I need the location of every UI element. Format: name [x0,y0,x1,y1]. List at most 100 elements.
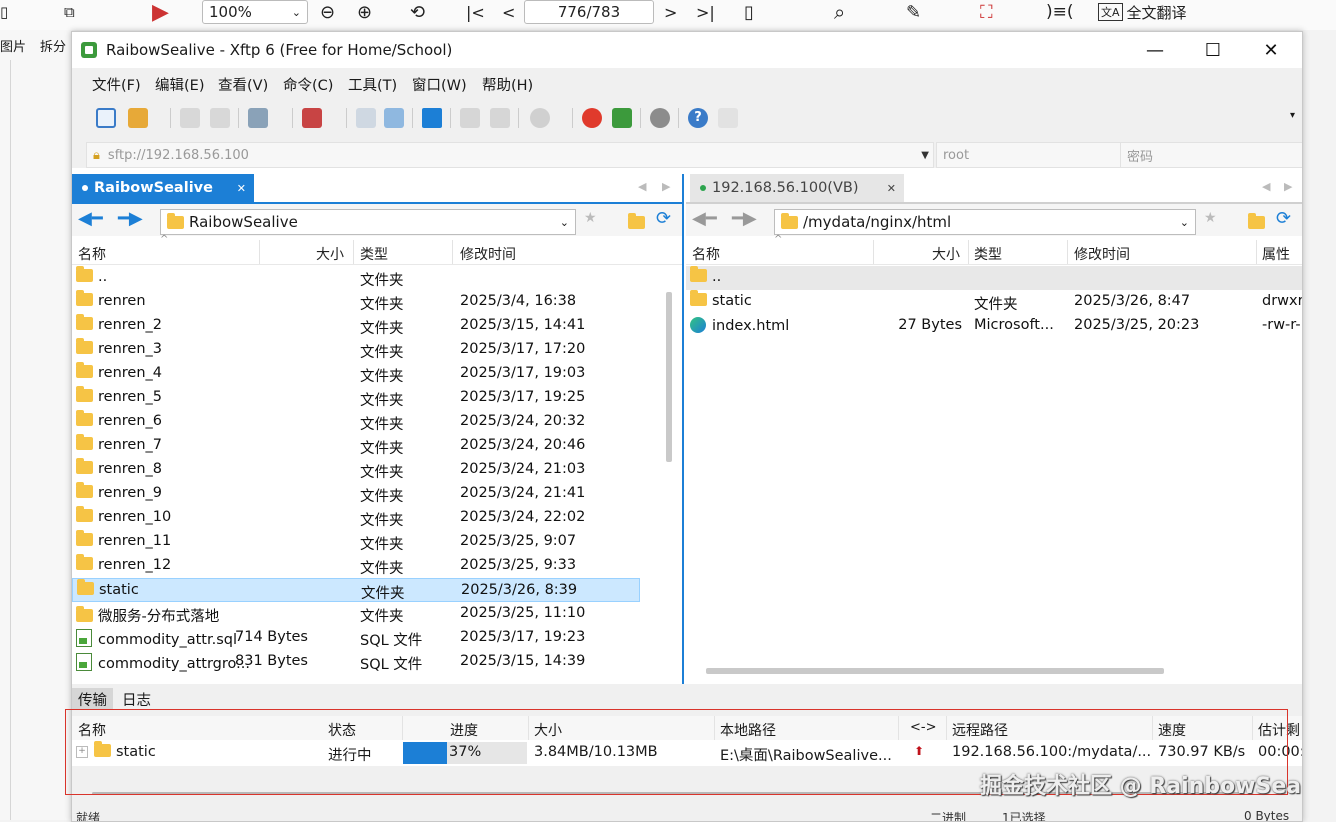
split-label[interactable]: 拆分 [40,36,66,55]
tab-remote[interactable]: 192.168.56.100(VB) ✕ [690,174,904,202]
menu-tools[interactable]: 工具(T) [348,74,397,95]
back-icon[interactable]: ◀━ [692,208,717,229]
table-row[interactable]: renren_5 文件夹 2025/3/17, 19:25 [72,386,640,410]
col-size[interactable]: 大小 [316,244,344,264]
toolbar-overflow-icon[interactable]: ▾ [1290,110,1295,121]
table-row[interactable]: renren_8 文件夹 2025/3/24, 21:03 [72,458,640,482]
maximize-button[interactable]: ☐ [1184,32,1242,68]
host-dropdown-icon[interactable]: ▼ [921,150,929,161]
table-row[interactable]: .. 文件夹 [72,266,640,290]
col-attributes[interactable]: 属性 [1262,244,1290,264]
xshell-icon[interactable] [582,108,602,128]
local-scrollbar[interactable] [666,292,672,462]
password-input[interactable]: 密码 [1120,142,1302,168]
xftp-icon[interactable] [612,108,632,128]
first-page-icon[interactable]: |< [466,0,485,24]
zoom-in-icon[interactable]: ⊕ [357,0,372,24]
forward-icon[interactable]: ━▶ [118,208,143,229]
table-row[interactable]: commodity_attr.sql 714 Bytes SQL 文件 2025/3/… [72,626,640,650]
table-row[interactable]: 微服务-分布式落地 文件夹 2025/3/25, 11:10 [72,602,640,626]
tab-prev-icon[interactable]: ◀ [638,180,646,193]
crop-icon[interactable]: ⛶ [980,0,993,24]
menu-view[interactable]: 查看(V) [218,74,268,95]
table-row[interactable]: index.html 27 Bytes Microsoft... 2025/3/25,… [686,314,1302,338]
tab-next-icon[interactable]: ▶ [662,180,670,193]
paste-file-icon[interactable] [384,108,404,128]
open-folder-icon[interactable] [128,108,148,128]
table-row[interactable]: renren_3 文件夹 2025/3/17, 17:20 [72,338,640,362]
tab-log[interactable]: 日志 [116,688,157,710]
parent-folder-icon[interactable] [628,213,645,229]
chat-icon[interactable] [718,108,738,128]
disconnect-icon[interactable] [210,108,230,128]
tab-close-icon[interactable]: ✕ [887,182,896,195]
col-modified[interactable]: 修改时间 [1074,244,1130,264]
table-row[interactable]: static 文件夹 2025/3/26, 8:39 [72,578,640,602]
tab-next-icon[interactable]: ▶ [1284,180,1292,193]
next-page-icon[interactable]: > [664,0,677,24]
col-type[interactable]: 类型 [360,244,388,264]
col-modified[interactable]: 修改时间 [460,244,516,264]
last-page-icon[interactable]: >| [696,0,715,24]
table-row[interactable]: renren_6 文件夹 2025/3/24, 20:32 [72,410,640,434]
edit-icon[interactable]: ✎ [906,0,921,24]
table-row[interactable]: renren 文件夹 2025/3/4, 16:38 [72,290,640,314]
forward-icon[interactable]: ━▶ [732,208,757,229]
minimize-button[interactable]: — [1126,32,1184,68]
sync-icon[interactable] [422,108,442,128]
copy-icon[interactable]: ⧉ [64,0,75,24]
settings-gear-icon[interactable] [650,108,670,128]
search-icon[interactable]: ⌕ [834,0,845,24]
table-row[interactable]: .. [686,266,1302,290]
menu-command[interactable]: 命令(C) [283,74,333,95]
table-row[interactable]: renren_11 文件夹 2025/3/25, 9:07 [72,530,640,554]
image-label[interactable]: 图片 [0,36,26,55]
terminal-icon[interactable] [302,108,322,128]
menu-file[interactable]: 文件(F) [92,74,141,95]
tab-transfers[interactable]: 传输 [72,688,113,710]
tab-close-icon[interactable]: ✕ [237,182,246,195]
menu-help[interactable]: 帮助(H) [482,74,533,95]
book-icon[interactable]: ▯ [744,0,754,24]
refresh-icon[interactable]: ⟳ [656,208,671,229]
connect-icon[interactable] [180,108,200,128]
zoom-out-icon[interactable]: ⊖ [320,0,335,24]
remote-hscrollbar[interactable] [706,668,1164,674]
formula-icon[interactable]: )≡( [1046,0,1074,24]
local-path-select[interactable]: RaibowSealive ⌄ [160,209,576,235]
col-name[interactable]: 名称 [78,244,106,264]
table-row[interactable]: static 文件夹 2025/3/26, 8:47 drwxr [686,290,1302,314]
username-input[interactable]: root [936,142,1124,168]
remote-path-select[interactable]: /mydata/nginx/html ⌄ [774,209,1196,235]
host-input[interactable]: 🔒︎ sftp://192.168.56.100 ▼ [86,142,934,168]
back-icon[interactable]: ◀━ [78,208,103,229]
col-type[interactable]: 类型 [974,244,1002,264]
properties-icon[interactable] [248,108,268,128]
favorite-star-icon[interactable]: ★ [584,210,597,226]
col-size[interactable]: 大小 [932,244,960,264]
record-icon[interactable] [530,108,550,128]
paste-icon[interactable] [490,108,510,128]
table-row[interactable]: renren_9 文件夹 2025/3/24, 21:41 [72,482,640,506]
page-input[interactable]: 776/783 [524,0,654,24]
table-row[interactable]: renren_4 文件夹 2025/3/17, 19:03 [72,362,640,386]
parent-folder-icon[interactable] [1248,213,1265,229]
copy-icon[interactable] [460,108,480,128]
favorite-star-icon[interactable]: ★ [1204,210,1217,226]
col-name[interactable]: 名称 [692,244,720,264]
table-row[interactable]: renren_10 文件夹 2025/3/24, 22:02 [72,506,640,530]
prev-page-icon[interactable]: < [502,0,515,24]
refresh-icon[interactable]: ⟳ [1276,208,1291,229]
help-icon[interactable]: ? [688,108,708,128]
rotate-icon[interactable]: ⟲ [410,0,425,24]
table-row[interactable]: renren_2 文件夹 2025/3/15, 14:41 [72,314,640,338]
table-row[interactable]: renren_7 文件夹 2025/3/24, 20:46 [72,434,640,458]
table-row[interactable]: commodity_attrgro... 831 Bytes SQL 文件 2025/… [72,650,640,674]
table-row[interactable]: renren_12 文件夹 2025/3/25, 9:33 [72,554,640,578]
new-session-icon[interactable] [96,108,116,128]
close-button[interactable]: ✕ [1242,32,1300,68]
play-icon[interactable]: ▶ [152,0,169,25]
menu-window[interactable]: 窗口(W) [412,74,467,95]
translate-button[interactable]: 文A 全文翻译 [1098,0,1187,24]
menu-edit[interactable]: 编辑(E) [155,74,204,95]
